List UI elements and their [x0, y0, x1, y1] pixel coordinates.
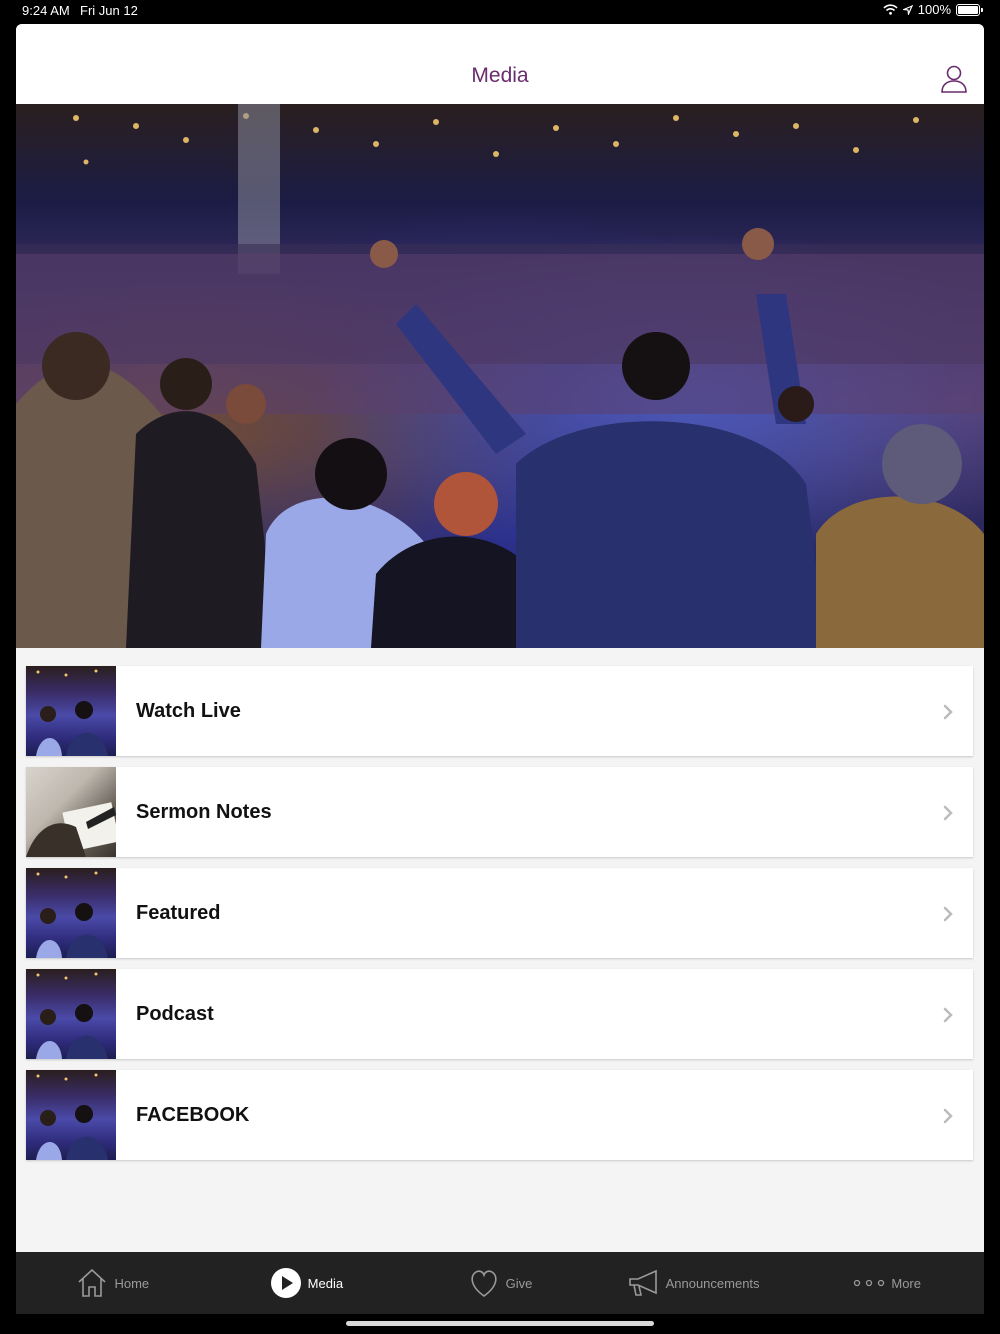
watch-live-thumbnail — [26, 666, 116, 756]
facebook-thumbnail — [26, 1070, 116, 1160]
tab-give-label: Give — [505, 1275, 533, 1291]
tab-announcements-label: Announcements — [665, 1275, 760, 1291]
list-item-label: FACEBOOK — [136, 1103, 250, 1126]
battery-percent: 100% — [917, 2, 951, 17]
location-icon — [902, 4, 913, 15]
list-item-watch-live[interactable]: Watch Live — [26, 666, 973, 756]
more-dots-icon — [854, 1279, 885, 1287]
megaphone-icon — [628, 1269, 657, 1296]
chevron-right-icon — [943, 906, 953, 922]
featured-thumbnail — [26, 868, 116, 958]
chevron-right-icon — [943, 704, 953, 720]
status-date: Fri Jun 12 — [80, 3, 138, 18]
tab-home[interactable]: Home — [16, 1252, 210, 1314]
chevron-right-icon — [943, 1108, 953, 1124]
tab-bar: Home Media Give Announcements More — [16, 1252, 984, 1314]
home-icon — [78, 1268, 106, 1297]
list-item-podcast[interactable]: Podcast — [26, 969, 973, 1059]
tab-give[interactable]: Give — [403, 1252, 597, 1314]
play-icon — [270, 1268, 301, 1298]
list-item-sermon-notes[interactable]: Sermon Notes — [26, 767, 973, 857]
chevron-right-icon — [943, 1007, 953, 1023]
tab-more[interactable]: More — [790, 1252, 984, 1314]
tab-announcements[interactable]: Announcements — [597, 1252, 791, 1314]
list-item-label: Podcast — [136, 1002, 214, 1025]
profile-icon[interactable] — [940, 64, 968, 94]
wifi-icon — [883, 4, 898, 15]
podcast-thumbnail — [26, 969, 116, 1059]
list-item-featured[interactable]: Featured — [26, 868, 973, 958]
list-item-facebook[interactable]: FACEBOOK — [26, 1070, 973, 1160]
header: Media — [16, 24, 984, 105]
tab-home-label: Home — [114, 1275, 150, 1291]
status-right: 100% — [883, 2, 983, 17]
list-item-label: Featured — [136, 901, 221, 924]
tab-media-label: Media — [307, 1275, 344, 1291]
hero-photo-worship-crowd — [16, 104, 984, 648]
heart-icon — [471, 1270, 497, 1297]
app-window: Media Watch Live Sermon Notes Featured P… — [16, 24, 984, 1314]
page-title: Media — [471, 64, 529, 87]
media-list: Watch Live Sermon Notes Featured Podcast — [26, 666, 973, 1171]
tab-media[interactable]: Media — [210, 1252, 404, 1314]
hero-image — [16, 104, 984, 648]
chevron-right-icon — [943, 805, 953, 821]
list-item-label: Sermon Notes — [136, 800, 272, 823]
list-item-label: Watch Live — [136, 699, 241, 722]
tab-more-label: More — [891, 1275, 921, 1291]
battery-icon — [956, 3, 983, 16]
status-time: 9:24 AM — [22, 3, 70, 18]
home-indicator[interactable] — [346, 1321, 654, 1326]
sermon-notes-thumbnail — [26, 767, 116, 857]
status-bar: 9:24 AM Fri Jun 12 100% — [0, 0, 1000, 22]
